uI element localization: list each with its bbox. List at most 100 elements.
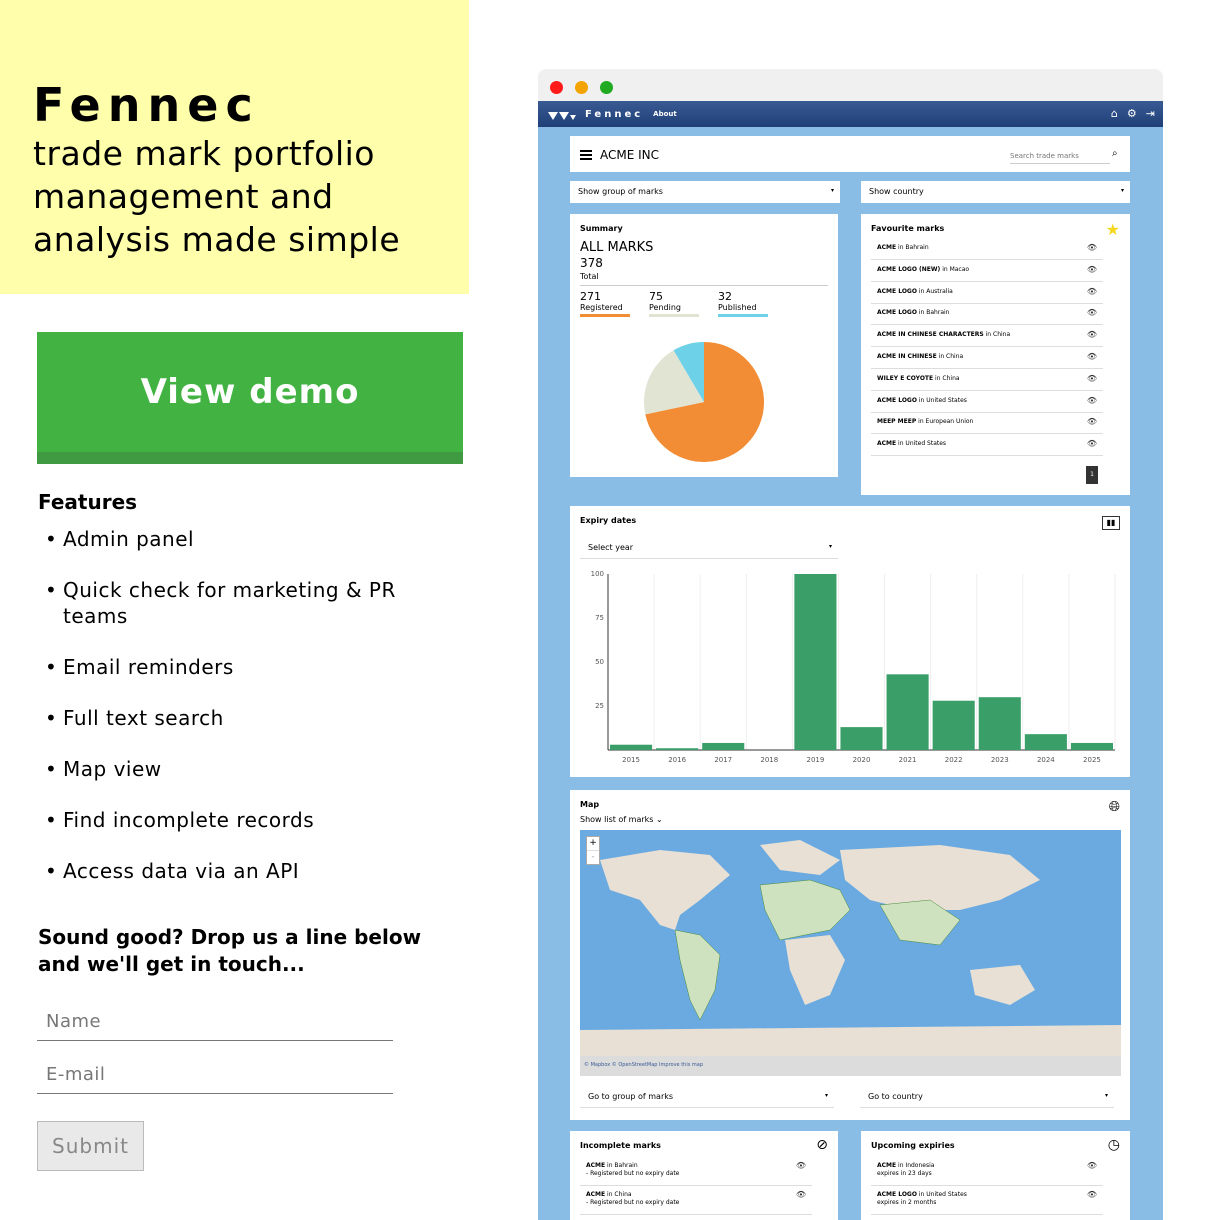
country-select[interactable]: Show country ▾ bbox=[861, 181, 1130, 203]
x-tick-label: 2024 bbox=[1037, 756, 1055, 764]
eye-icon[interactable]: 👁︎ bbox=[1087, 265, 1097, 274]
view-demo-button[interactable]: View demo bbox=[37, 332, 463, 464]
zoom-out-button[interactable]: - bbox=[587, 850, 599, 864]
bar-2020[interactable] bbox=[840, 727, 883, 750]
group-select[interactable]: Show group of marks ▾ bbox=[570, 181, 840, 203]
fennec-logo-icon bbox=[548, 105, 577, 124]
hero-panel: Fennec trade mark portfolio management a… bbox=[0, 0, 469, 294]
app-name: Fennec bbox=[585, 108, 644, 120]
app-screenshot-window: Fennec About ⌂ ⚙ ⇥ ACME INC ⌕ Show group… bbox=[538, 69, 1163, 1220]
list-item[interactable]: ACME LOGO in Bahrain 👁︎ bbox=[871, 303, 1103, 326]
map-attribution[interactable]: © Mapbox © OpenStreetMap Improve this ma… bbox=[580, 1056, 1121, 1076]
list-item[interactable]: ACME IN CHINESE CHARACTERS in China 👁︎ bbox=[871, 325, 1103, 348]
bar-2016[interactable] bbox=[656, 748, 699, 750]
eye-icon[interactable]: 👁︎ bbox=[1087, 352, 1097, 361]
eye-icon[interactable]: 👁︎ bbox=[1087, 1191, 1097, 1199]
list-item[interactable]: ACME in Bahrain - Registered but no expir… bbox=[580, 1157, 812, 1186]
account-bar: ACME INC ⌕ bbox=[570, 136, 1130, 172]
show-list-toggle[interactable]: Show list of marks ⌄ bbox=[580, 815, 663, 824]
maximize-dot-icon bbox=[600, 81, 613, 94]
mark-name: ACME LOGO bbox=[877, 309, 917, 317]
eye-icon[interactable]: 👁︎ bbox=[796, 1191, 806, 1199]
logout-icon[interactable]: ⇥ bbox=[1146, 107, 1155, 120]
browser-chrome bbox=[538, 69, 1163, 101]
eye-icon[interactable]: 👁︎ bbox=[1087, 374, 1097, 383]
list-item[interactable]: ACME LOGO in United States 👁︎ bbox=[871, 391, 1103, 413]
eye-icon[interactable]: 👁︎ bbox=[796, 1162, 806, 1170]
name-input[interactable] bbox=[37, 1003, 393, 1041]
list-item[interactable]: ACME LOGO in United States expires in 2 m… bbox=[871, 1186, 1103, 1215]
list-item[interactable]: ACME LOGO in Australia 👁︎ bbox=[871, 282, 1103, 304]
goto-group-select[interactable]: Go to group of marks ▾ bbox=[580, 1086, 834, 1108]
list-item[interactable]: ACME in China - Registered but no expiry … bbox=[580, 1186, 812, 1215]
page-button[interactable]: 1 bbox=[1086, 466, 1098, 484]
eye-icon[interactable]: 👁︎ bbox=[1087, 439, 1097, 448]
gear-icon[interactable]: ⚙ bbox=[1127, 107, 1137, 120]
caret-down-icon: ▾ bbox=[830, 187, 834, 194]
features-list: Admin panel Quick check for marketing & … bbox=[45, 526, 445, 909]
incomplete-card: Incomplete marks ⊘ ACME in Bahrain - Regi… bbox=[570, 1131, 838, 1220]
bar-2022[interactable] bbox=[932, 700, 975, 750]
list-item[interactable]: ACME in Bahrain 👁︎ bbox=[871, 238, 1103, 260]
feature-item: Full text search bbox=[45, 705, 445, 731]
bar-2023[interactable] bbox=[978, 697, 1021, 750]
mark-country: in United States bbox=[918, 396, 967, 404]
search-input[interactable] bbox=[1010, 148, 1110, 164]
list-item[interactable]: WILEY E COYOTE in China 👁︎ bbox=[871, 369, 1103, 391]
zoom-control[interactable]: + - bbox=[586, 836, 600, 865]
clock-icon[interactable]: ◷ bbox=[1108, 1137, 1120, 1153]
mark-name: ACME bbox=[586, 1162, 606, 1169]
blocked-icon[interactable]: ⊘ bbox=[816, 1137, 828, 1153]
account-name: ACME INC bbox=[600, 148, 660, 162]
mark-country: in China bbox=[935, 374, 960, 382]
goto-country-select[interactable]: Go to country ▾ bbox=[860, 1086, 1114, 1108]
eye-icon[interactable]: 👁︎ bbox=[1087, 1162, 1097, 1170]
eye-icon[interactable]: 👁︎ bbox=[1087, 243, 1097, 252]
bar-2017[interactable] bbox=[702, 742, 745, 750]
mark-country: in European Union bbox=[918, 418, 974, 426]
feature-item: Map view bbox=[45, 756, 445, 782]
globe-icon[interactable]: 🌐︎ bbox=[1109, 799, 1120, 815]
mark-name: WILEY E COYOTE bbox=[877, 374, 934, 382]
upcoming-title: Upcoming expiries bbox=[871, 1141, 955, 1150]
bar-2015[interactable] bbox=[610, 744, 653, 750]
home-icon[interactable]: ⌂ bbox=[1111, 107, 1118, 120]
world-map[interactable]: + - © Mapbox © OpenStreetMap Improve thi… bbox=[580, 830, 1121, 1076]
close-dot-icon bbox=[550, 81, 563, 94]
email-input[interactable] bbox=[37, 1056, 393, 1094]
mark-country: in United States bbox=[898, 440, 947, 448]
mark-note: expires in 2 months bbox=[877, 1199, 937, 1206]
x-tick-label: 2019 bbox=[806, 756, 824, 764]
eye-icon[interactable]: 👁︎ bbox=[1087, 330, 1097, 339]
list-item[interactable]: ACME IN CHINESE in China 👁︎ bbox=[871, 347, 1103, 369]
mark-country: in Bahrain bbox=[918, 309, 950, 317]
list-item[interactable]: MEEP MEEP in European Union 👁︎ bbox=[871, 412, 1103, 435]
search-icon[interactable]: ⌕ bbox=[1112, 148, 1118, 159]
eye-icon[interactable]: 👁︎ bbox=[1087, 308, 1097, 317]
menu-icon[interactable] bbox=[580, 150, 592, 162]
mark-country: in Bahrain bbox=[607, 1162, 638, 1169]
bar-2025[interactable] bbox=[1070, 742, 1113, 750]
bar-2021[interactable] bbox=[886, 674, 929, 750]
list-item[interactable]: ACME LOGO (NEW) in Macao 👁︎ bbox=[871, 260, 1103, 282]
mark-name: ACME bbox=[877, 440, 897, 448]
eye-icon[interactable]: 👁︎ bbox=[1087, 396, 1097, 405]
bar-2024[interactable] bbox=[1024, 734, 1067, 750]
features-heading: Features bbox=[38, 490, 138, 514]
zoom-in-button[interactable]: + bbox=[587, 837, 599, 850]
mark-country: in Indonesia bbox=[898, 1162, 935, 1169]
submit-button[interactable]: Submit bbox=[37, 1121, 144, 1171]
bar-2019[interactable] bbox=[794, 574, 837, 750]
list-item[interactable]: ACME in Indonesia expires in 23 days 👁︎ bbox=[871, 1157, 1103, 1186]
list-item[interactable]: ACME in United States 👁︎ bbox=[871, 434, 1103, 457]
map-title: Map bbox=[580, 800, 600, 809]
star-icon[interactable]: ★ bbox=[1106, 220, 1120, 239]
mark-country: in United States bbox=[918, 1191, 967, 1198]
x-tick-label: 2015 bbox=[622, 756, 640, 764]
about-link[interactable]: About bbox=[653, 110, 677, 118]
app-content: ACME INC ⌕ Show group of marks▾ Show cou… bbox=[538, 127, 1163, 1220]
eye-icon[interactable]: 👁︎ bbox=[1087, 417, 1097, 426]
eye-icon[interactable]: 👁︎ bbox=[1087, 287, 1097, 296]
mark-name: MEEP MEEP bbox=[877, 418, 917, 426]
mark-country: in Australia bbox=[918, 287, 953, 295]
